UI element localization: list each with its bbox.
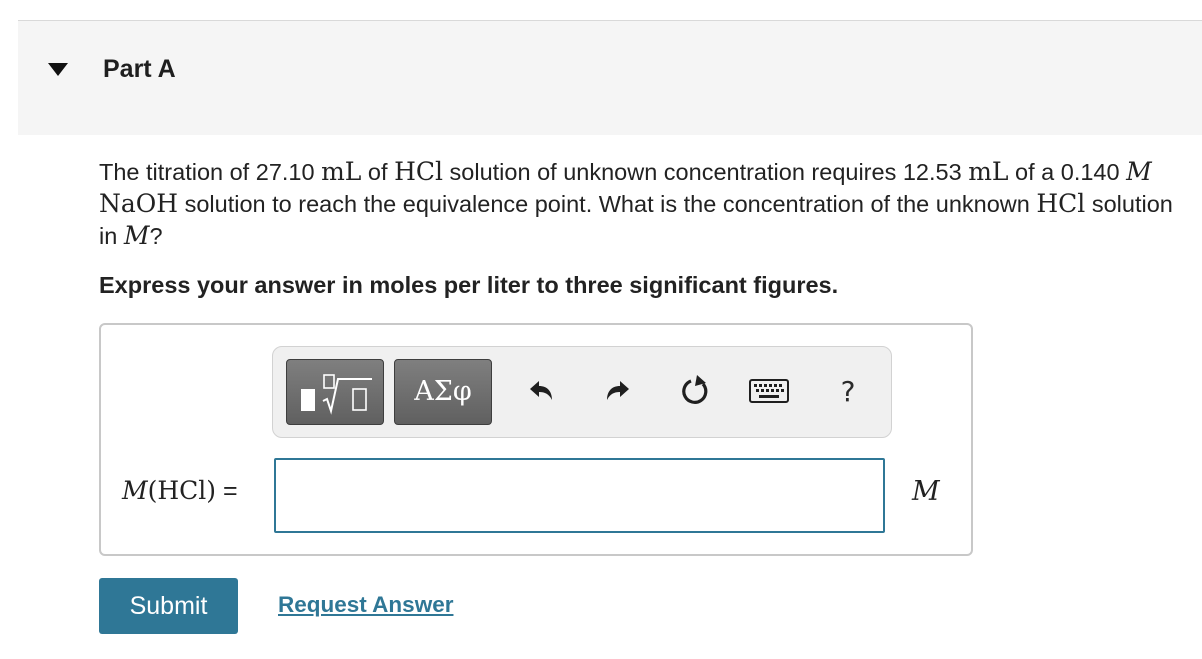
question-text: The titration of 27.10 mL of HCl solutio… <box>99 157 1173 250</box>
keyboard-button[interactable] <box>749 371 789 411</box>
answer-label: M(HCl) = <box>122 476 238 505</box>
undo-icon <box>530 381 552 400</box>
reset-icon <box>682 375 708 404</box>
help-button[interactable]: ? <box>828 371 868 411</box>
templates-button[interactable] <box>286 359 384 425</box>
caret-down-icon[interactable] <box>48 63 68 77</box>
undo-button[interactable] <box>521 371 561 411</box>
submit-button[interactable]: Submit <box>99 578 238 634</box>
answer-unit: M <box>912 476 940 507</box>
part-title: Part A <box>103 55 176 83</box>
keyboard-icon <box>749 379 789 403</box>
part-header[interactable]: Part A <box>18 21 1202 135</box>
redo-button[interactable] <box>598 371 638 411</box>
request-answer-link[interactable]: Request Answer <box>278 592 453 618</box>
math-toolbar: ΑΣφ ? <box>272 346 892 438</box>
answer-instruction: Express your answer in moles per liter t… <box>99 272 839 298</box>
redo-icon <box>607 381 629 400</box>
templates-sqrt-icon <box>301 374 372 415</box>
answer-input[interactable] <box>274 458 885 533</box>
symbols-button[interactable]: ΑΣφ <box>394 359 492 425</box>
reset-button[interactable] <box>675 371 715 411</box>
